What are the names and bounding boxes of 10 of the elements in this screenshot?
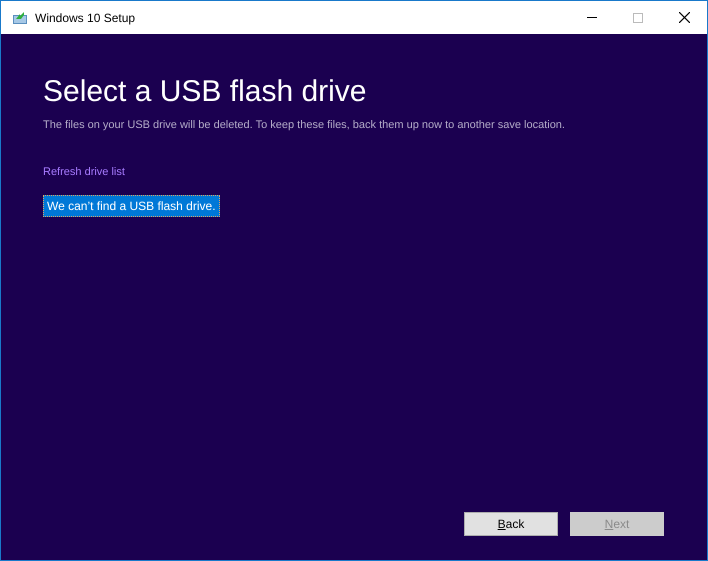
nav-button[interactable]: Back: [464, 512, 558, 536]
refresh-link[interactable]: Refresh drive list: [43, 164, 125, 180]
window-title: Windows 10 Setup: [35, 10, 136, 26]
maximize-icon: [633, 12, 643, 22]
close-icon: [678, 12, 690, 23]
setup-icon: [12, 10, 28, 24]
page-heading: Select a USB flash drive: [43, 74, 368, 110]
drive-list-item[interactable]: We can’t find a USB flash drive.: [43, 194, 220, 216]
minimize-icon: [587, 17, 597, 18]
warning-text: The files on your USB drive will be deleted. To keep these files, back them up now to another save location.: [43, 118, 566, 133]
